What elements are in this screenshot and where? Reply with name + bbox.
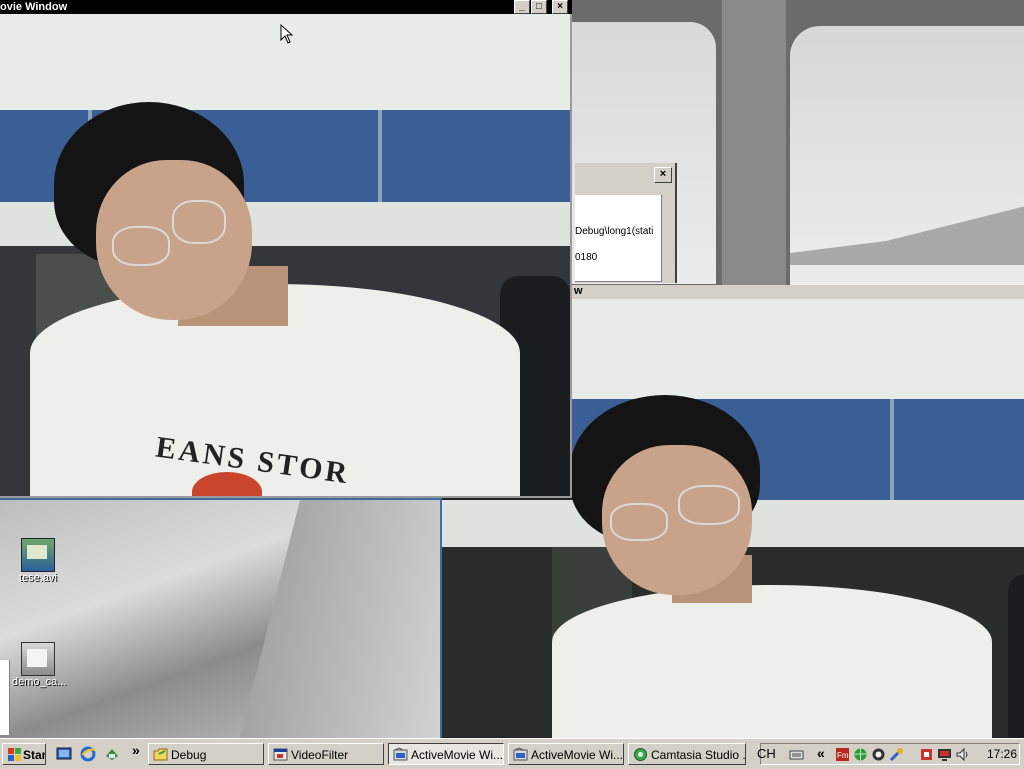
movie-window[interactable]: ovie Window _ □ × EANS STOR (0, 0, 572, 498)
taskbar-item-label: Debug (171, 748, 207, 762)
window-title-fragment: w (572, 285, 1024, 299)
desktop-icon-label: tese.avi (19, 572, 57, 584)
start-label: Start (23, 748, 46, 762)
gray-surface-video (0, 500, 440, 738)
taskbar-item-debug[interactable]: Debug (148, 743, 264, 765)
outlook-express-icon[interactable] (104, 746, 120, 762)
window-title-text: w (574, 285, 583, 297)
dialog-line-path: Debug\long1(stati (575, 226, 654, 237)
console-dialog: × Debug\long1(stati 0180 (575, 163, 677, 283)
desktop-icon-label: demo_ca... (12, 676, 67, 688)
taskbar-item-label: ActiveMovie Wi... (531, 748, 624, 762)
keyboard-icon[interactable] (789, 747, 804, 762)
volume-icon[interactable] (955, 747, 970, 762)
activemovie-icon (513, 747, 528, 761)
camtasia-icon (634, 748, 647, 761)
mouse-cursor-icon (280, 24, 294, 44)
show-desktop-icon[interactable] (56, 746, 72, 762)
video-file-icon (21, 642, 55, 676)
folder-icon (153, 748, 168, 761)
quick-launch-more[interactable]: » (132, 742, 140, 758)
activemovie-icon (393, 747, 408, 761)
record-icon[interactable] (919, 747, 934, 762)
internet-explorer-icon[interactable] (80, 746, 96, 762)
taskbar-item-videofilter[interactable]: VideoFilter (268, 743, 384, 765)
taskbar-item-camtasia[interactable]: Camtasia Studio ... (628, 743, 746, 765)
system-tray: CH « Fm 17:26 (757, 743, 1020, 765)
taskbar-item-activemovie-1[interactable]: ActiveMovie Wi... (388, 743, 504, 765)
taskbar-item-label: Camtasia Studio ... (651, 748, 746, 762)
tools-icon[interactable] (889, 747, 904, 762)
flash-icon[interactable]: Fm (835, 747, 850, 762)
window-title: ovie Window (0, 1, 68, 13)
language-indicator[interactable]: CH (757, 746, 776, 761)
dialog-text-area: Debug\long1(stati 0180 (575, 195, 662, 282)
taskbar: Start » Debug VideoFilter Acti (0, 738, 1024, 769)
movie-window-titlebar[interactable]: ovie Window _ □ × (0, 0, 572, 14)
close-button[interactable]: × (552, 0, 568, 14)
antivirus-icon[interactable] (871, 747, 886, 762)
taskbar-item-activemovie-2[interactable]: ActiveMovie Wi... (508, 743, 624, 765)
windows-logo-icon (8, 748, 21, 761)
window-pillar (722, 0, 786, 285)
start-button[interactable]: Start (2, 743, 46, 765)
svg-text:Fm: Fm (837, 751, 849, 760)
clock[interactable]: 17:26 (987, 747, 1017, 761)
dialog-line-value: 0180 (575, 252, 598, 263)
maximize-button[interactable]: □ (531, 0, 547, 14)
white-panel-fragment (0, 660, 10, 735)
desktop-icon-demo[interactable]: demo_ca... (12, 642, 67, 688)
minimize-button[interactable]: _ (514, 0, 530, 14)
taskbar-item-label: ActiveMovie Wi... (411, 748, 504, 762)
taskbar-item-label: VideoFilter (291, 748, 349, 762)
desktop-icon-tese[interactable]: tese.avi (12, 538, 64, 584)
movie-video-frame: EANS STOR (0, 14, 572, 498)
network-globe-icon[interactable] (853, 747, 868, 762)
close-icon[interactable]: × (654, 167, 672, 183)
tray-expand-button[interactable]: « (817, 745, 825, 761)
video-file-icon (21, 538, 55, 572)
app-icon (273, 748, 288, 761)
display-icon[interactable] (937, 747, 952, 762)
